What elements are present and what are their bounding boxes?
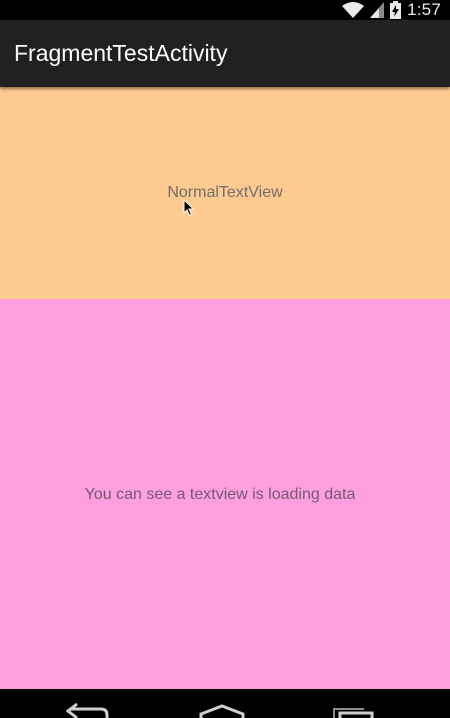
back-icon (65, 702, 109, 718)
status-bar: 1:57 (0, 0, 450, 20)
recents-icon (333, 708, 374, 718)
status-icons: 1:57 (342, 0, 441, 20)
normal-text-view: NormalTextView (167, 184, 283, 201)
action-bar: FragmentTestActivity (0, 20, 450, 87)
fragment-loading-text: You can see a textview is loading data (0, 299, 450, 689)
mouse-cursor-icon (183, 198, 195, 222)
android-screen: 1:57 FragmentTestActivity NormalTextView… (0, 0, 450, 718)
back-button[interactable] (57, 689, 127, 718)
home-icon (199, 704, 245, 718)
home-button[interactable] (187, 689, 257, 718)
recents-button[interactable] (320, 689, 390, 718)
page-title: FragmentTestActivity (14, 40, 228, 66)
loading-text-view: You can see a textview is loading data (84, 486, 356, 503)
status-time: 1:57 (407, 0, 441, 19)
wifi-icon (342, 2, 365, 18)
fragment-normal-text: NormalTextView (0, 87, 450, 299)
battery-charging-icon (390, 1, 402, 19)
navigation-bar (0, 689, 450, 718)
cell-signal-icon (370, 2, 385, 18)
